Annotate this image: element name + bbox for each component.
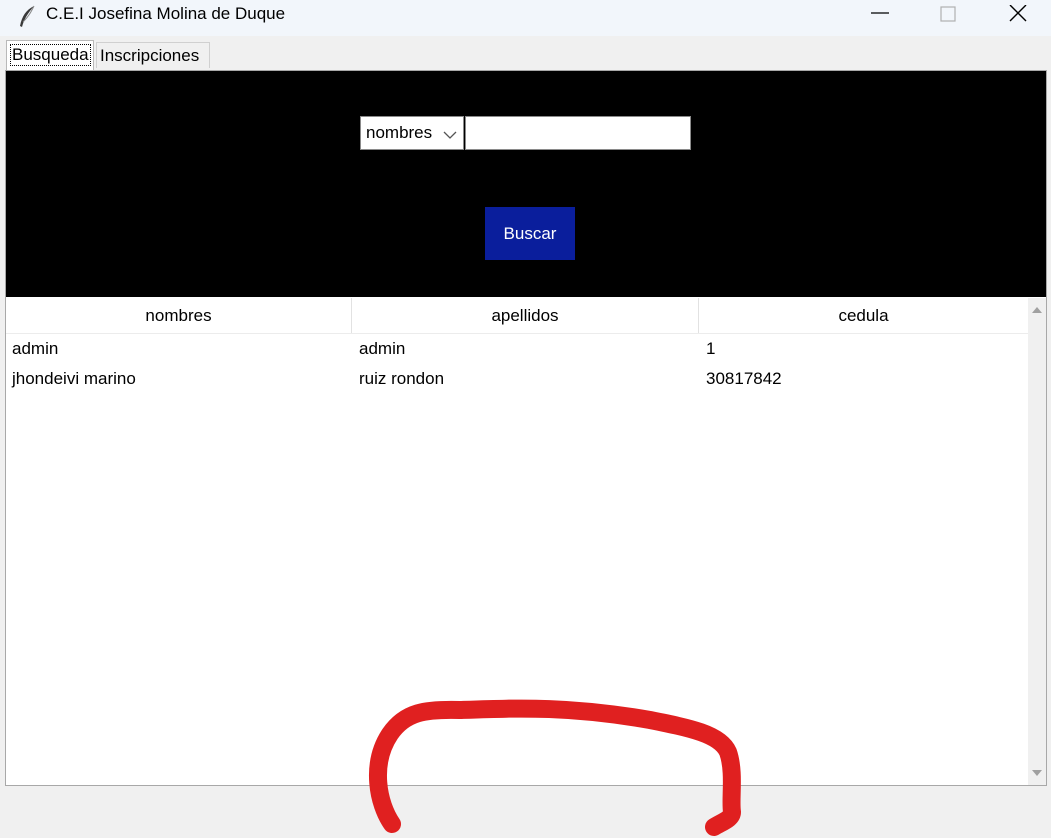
search-field-select[interactable]: nombres bbox=[360, 116, 464, 150]
feather-icon bbox=[14, 4, 40, 30]
cell-nombres: admin bbox=[12, 339, 59, 358]
column-header-apellidos[interactable]: apellidos bbox=[352, 298, 699, 333]
tab-label: Inscripciones bbox=[100, 46, 200, 65]
close-button[interactable] bbox=[983, 0, 1051, 30]
tab-label: Busqueda bbox=[10, 44, 91, 66]
maximize-button[interactable] bbox=[913, 0, 983, 30]
search-panel: nombres Buscar bbox=[6, 71, 1046, 297]
tab-inscripciones[interactable]: Inscripciones bbox=[96, 42, 210, 68]
window-title: C.E.I Josefina Molina de Duque bbox=[46, 4, 286, 23]
scroll-down-arrow-icon[interactable] bbox=[1028, 761, 1046, 785]
tab-content: nombres Buscar nombres apellidos cedula … bbox=[5, 70, 1047, 786]
table-header: nombres apellidos cedula bbox=[6, 298, 1028, 334]
cell-cedula: 1 bbox=[706, 339, 716, 358]
cell-apellidos: ruiz rondon bbox=[359, 369, 445, 388]
minimize-icon bbox=[871, 12, 889, 14]
title-bar: C.E.I Josefina Molina de Duque bbox=[0, 0, 1051, 36]
search-input[interactable] bbox=[465, 116, 691, 150]
cell-cedula: 30817842 bbox=[706, 369, 782, 388]
vertical-scrollbar[interactable] bbox=[1028, 298, 1046, 785]
search-field-value: nombres bbox=[366, 123, 433, 142]
chevron-down-icon bbox=[443, 127, 457, 145]
tab-busqueda[interactable]: Busqueda bbox=[6, 40, 94, 70]
table-row[interactable]: admin admin 1 bbox=[6, 334, 1028, 364]
search-button[interactable]: Buscar bbox=[485, 207, 575, 260]
maximize-icon bbox=[940, 6, 956, 22]
column-header-nombres[interactable]: nombres bbox=[6, 298, 352, 333]
close-icon bbox=[1009, 5, 1027, 22]
cell-apellidos: admin bbox=[359, 339, 406, 358]
column-header-cedula[interactable]: cedula bbox=[699, 298, 1028, 333]
annotation-scribble bbox=[369, 699, 741, 836]
scroll-up-arrow-icon[interactable] bbox=[1028, 298, 1046, 322]
table-row[interactable]: jhondeivi marino ruiz rondon 30817842 bbox=[6, 364, 1028, 394]
cell-nombres: jhondeivi marino bbox=[12, 369, 136, 388]
minimize-button[interactable] bbox=[845, 0, 915, 30]
